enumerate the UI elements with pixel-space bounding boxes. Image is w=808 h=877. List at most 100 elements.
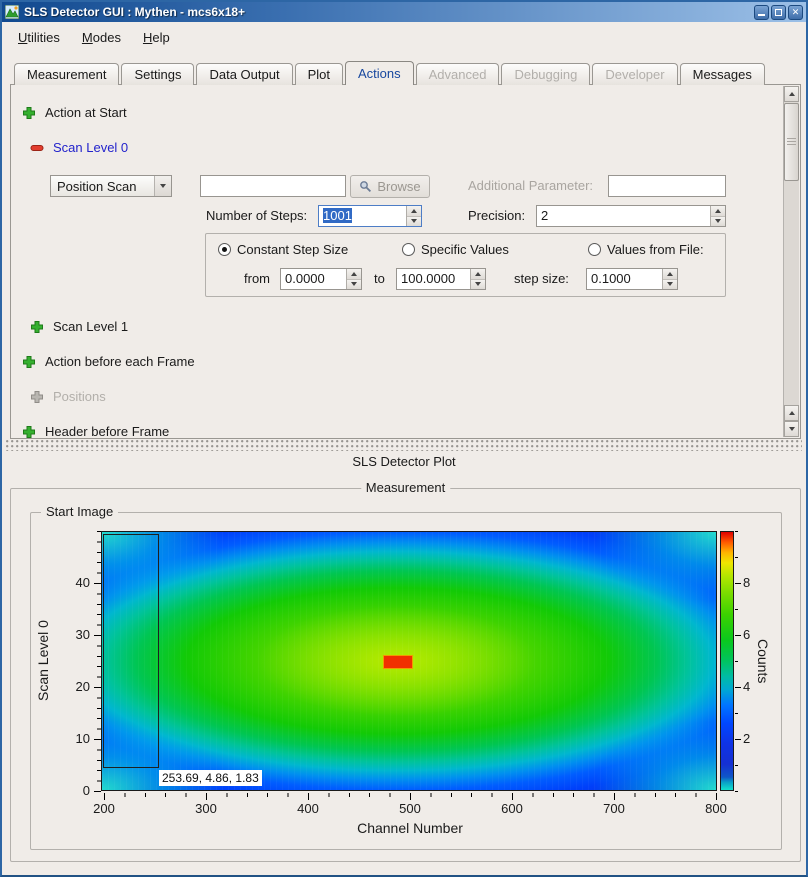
browse-button: Browse (350, 175, 430, 198)
from-value[interactable]: 0.0000 (281, 269, 346, 289)
tab-messages[interactable]: Messages (680, 63, 765, 85)
down-arrow-icon (475, 282, 481, 286)
scroll-down-button[interactable] (784, 421, 799, 437)
precision-value[interactable]: 2 (537, 206, 710, 226)
spin-up-button[interactable] (407, 206, 421, 216)
collapse-minus-icon[interactable] (30, 141, 44, 155)
to-spinbox[interactable]: 100.0000 (396, 268, 486, 290)
expand-plus-icon[interactable] (30, 320, 44, 334)
radio-checked-icon[interactable] (218, 243, 231, 256)
scan-script-input[interactable] (200, 175, 346, 197)
spin-buttons (406, 206, 421, 226)
expand-plus-icon[interactable] (22, 425, 36, 439)
scan-mode-combobox[interactable]: Position Scan (50, 175, 172, 197)
spin-up-button[interactable] (711, 206, 725, 216)
combo-arrow[interactable] (154, 176, 171, 196)
spin-down-button[interactable] (663, 279, 677, 290)
action-before-frame-row[interactable]: Action before each Frame (22, 354, 195, 369)
spin-down-button[interactable] (711, 216, 725, 227)
y-tick-label: 40 (62, 575, 90, 591)
y-tick-label: 20 (62, 679, 90, 695)
radio-unchecked-icon[interactable] (588, 243, 601, 256)
app-icon (5, 5, 19, 19)
menu-utilities[interactable]: Utilities (8, 26, 70, 49)
close-button[interactable]: ✕ (788, 5, 803, 20)
from-label: from (244, 271, 270, 286)
tab-measurement[interactable]: Measurement (14, 63, 119, 85)
spin-up-button[interactable] (347, 269, 361, 279)
x-major-tick (512, 793, 513, 800)
menu-help[interactable]: Help (133, 26, 180, 49)
spin-up-button[interactable] (471, 269, 485, 279)
number-of-steps-label: Number of Steps: (206, 208, 307, 223)
menu-help-accel: H (143, 30, 152, 45)
x-tick-label: 200 (84, 801, 124, 817)
colorbar-axis-label: Counts (754, 609, 772, 713)
number-of-steps-value[interactable]: 1001 (319, 206, 406, 226)
minimize-button[interactable] (754, 5, 769, 20)
colorbar-tick-label: 2 (743, 731, 763, 747)
y-major-tick (94, 739, 101, 740)
cursor-readout: 253.69, 4.86, 1.83 (159, 770, 262, 786)
expand-plus-icon[interactable] (22, 106, 36, 120)
maximize-icon (775, 9, 782, 16)
y-tick-label: 0 (62, 783, 90, 799)
menu-modes-rest: odes (93, 30, 121, 45)
zoom-selection-rect[interactable] (103, 534, 159, 768)
up-arrow-icon (789, 92, 795, 96)
spin-up-button[interactable] (663, 269, 677, 279)
expand-plus-icon[interactable] (22, 355, 36, 369)
scan-level-0-row[interactable]: Scan Level 0 (30, 140, 128, 155)
heatmap-canvas[interactable]: 253.69, 4.86, 1.83 (101, 531, 717, 791)
scan-mode-value: Position Scan (57, 179, 137, 194)
title-bar[interactable]: SLS Detector GUI : Mythen - mcs6x18+ ✕ (2, 2, 806, 22)
y-minor-ticks (97, 531, 101, 792)
down-arrow-icon (789, 427, 795, 431)
to-value[interactable]: 100.0000 (397, 269, 470, 289)
vertical-scrollbar[interactable] (783, 86, 799, 437)
positions-row: Positions (30, 389, 106, 404)
x-tick-label: 500 (390, 801, 430, 817)
tab-data-output[interactable]: Data Output (196, 63, 292, 85)
splitter-handle[interactable] (6, 440, 802, 451)
action-at-start-row[interactable]: Action at Start (22, 105, 127, 120)
colorbar-major-tick (735, 635, 741, 636)
spin-buttons (346, 269, 361, 289)
from-spinbox[interactable]: 0.0000 (280, 268, 362, 290)
menu-modes[interactable]: Modes (72, 26, 131, 49)
menu-utilities-accel: U (18, 30, 27, 45)
header-before-frame-row[interactable]: Header before Frame (22, 424, 169, 439)
radio-constant-step-size[interactable]: Constant Step Size (218, 242, 348, 257)
radio-values-from-file[interactable]: Values from File: (588, 242, 704, 257)
y-tick-label: 10 (62, 731, 90, 747)
maximize-button[interactable] (771, 5, 786, 20)
spin-down-button[interactable] (347, 279, 361, 290)
spin-buttons (710, 206, 725, 226)
x-tick-label: 300 (186, 801, 226, 817)
step-size-value[interactable]: 0.1000 (587, 269, 662, 289)
tab-bar: Measurement Settings Data Output Plot Ac… (14, 61, 767, 85)
spin-down-button[interactable] (407, 216, 421, 227)
x-major-tick (614, 793, 615, 800)
number-of-steps-spinbox[interactable]: 1001 (318, 205, 422, 227)
tab-settings[interactable]: Settings (121, 63, 194, 85)
scan-level-1-label: Scan Level 1 (53, 319, 128, 334)
additional-parameter-label: Additional Parameter: (468, 178, 593, 193)
x-tick-label: 800 (696, 801, 736, 817)
radio-unchecked-icon[interactable] (402, 243, 415, 256)
step-size-spinbox[interactable]: 0.1000 (586, 268, 678, 290)
spin-down-button[interactable] (471, 279, 485, 290)
tab-actions[interactable]: Actions (345, 61, 414, 85)
x-axis-label: Channel Number (310, 820, 510, 836)
scan-level-1-row[interactable]: Scan Level 1 (30, 319, 128, 334)
scroll-up-button[interactable] (784, 86, 799, 102)
tab-plot[interactable]: Plot (295, 63, 343, 85)
scroll-up-button-bottom[interactable] (784, 405, 799, 421)
heatmap-peak-spot (384, 656, 412, 668)
down-arrow-icon (411, 219, 417, 223)
precision-spinbox[interactable]: 2 (536, 205, 726, 227)
scrollbar-thumb[interactable] (784, 103, 799, 181)
radio-specific-values[interactable]: Specific Values (402, 242, 509, 257)
additional-parameter-input[interactable] (608, 175, 726, 197)
y-major-tick (94, 687, 101, 688)
